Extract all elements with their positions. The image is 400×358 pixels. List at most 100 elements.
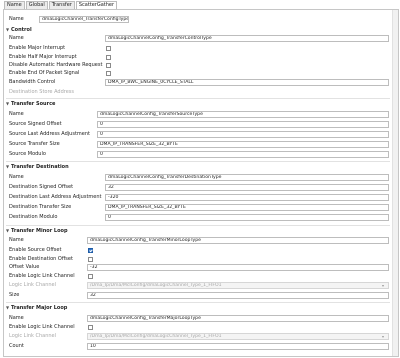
major-name-row: Name dmaLogicChannelConfig_TransferMajor… (9, 315, 389, 322)
source-last-addr-row: Source Last Address Adjustment 0 (9, 131, 389, 138)
section-title: Transfer Destination (11, 164, 69, 170)
offset-value-input[interactable]: -32 (87, 264, 389, 271)
bandwidth-select[interactable]: DMA_IP_BWC_ENGINE_0CYCLE_STALL (105, 79, 389, 86)
destination-signed-offset-label: Destination Signed Offset (9, 184, 74, 190)
disable-auto-hw-request-label: Disable Automatic Hardware Request (9, 62, 103, 68)
divider (6, 98, 390, 99)
major-enable-link-checkbox[interactable] (88, 325, 93, 330)
divider (6, 225, 390, 226)
tab-name[interactable]: Name (4, 1, 25, 9)
major-link-channel-row: Logic Link Channel /Dma_Ip/Dma/MclConfig… (9, 333, 389, 340)
name-label: Name (9, 16, 24, 22)
control-name-label: Name (9, 35, 24, 41)
disable-auto-hw-request-checkbox[interactable] (106, 63, 111, 68)
major-enable-link-label: Enable Logic Link Channel (9, 324, 75, 330)
divider (6, 302, 390, 303)
major-enable-link-row: Enable Logic Link Channel (9, 324, 388, 331)
destination-size-row: Destination Transfer Size DMA_IP_TRANSFE… (9, 204, 389, 211)
enable-end-of-packet-checkbox[interactable] (106, 71, 111, 76)
tab-transfer[interactable]: Transfer (48, 1, 75, 9)
destination-signed-offset-input[interactable]: 32 (105, 184, 389, 191)
source-last-addr-label: Source Last Address Adjustment (9, 131, 90, 137)
source-modulo-row: Source Modulo 0 (9, 151, 389, 158)
tab-global[interactable]: Global (25, 1, 48, 9)
name-input[interactable]: dmaLogicChannel_TransferConfigType (39, 16, 129, 23)
minor-enable-link-checkbox[interactable] (88, 274, 93, 279)
major-link-channel-select[interactable]: /Dma_Ip/Dma/MclConfig/dmaLogicChannel_Ty… (87, 333, 389, 340)
enable-source-offset-label: Enable Source Offset (9, 247, 62, 253)
offset-value-row: Offset Value -32 (9, 264, 389, 271)
destination-name-label: Name (9, 174, 24, 180)
name-row: Name dmaLogicChannel_TransferConfigType (9, 16, 388, 23)
destination-store-row: Destination Store Address (9, 89, 388, 96)
section-transfer-source[interactable]: ▼ Transfer Source (6, 100, 390, 107)
offset-value-label: Offset Value (9, 264, 40, 270)
section-transfer-minor-loop[interactable]: ▼ Transfer Minor Loop (6, 227, 390, 234)
enable-half-major-interrupt-checkbox[interactable] (106, 55, 111, 60)
destination-name-input[interactable]: dmaLogicChannelConfig_TransferDestinatio… (105, 174, 389, 181)
destination-store-label: Destination Store Address (9, 89, 74, 95)
major-link-channel-label: Logic Link Channel (9, 333, 57, 339)
minor-enable-link-row: Enable Logic Link Channel (9, 273, 388, 280)
source-last-addr-input[interactable]: 0 (97, 131, 389, 138)
enable-major-interrupt-checkbox[interactable] (106, 46, 111, 51)
major-count-row: Count 10 (9, 343, 389, 350)
destination-size-select[interactable]: DMA_IP_TRANSFER_SIZE_32_BYTE (105, 204, 389, 211)
chevron-down-icon: ▾ (381, 334, 384, 339)
section-title: Control (11, 27, 32, 33)
source-modulo-label: Source Modulo (9, 151, 46, 157)
source-modulo-input[interactable]: 0 (97, 151, 389, 158)
minor-enable-link-label: Enable Logic Link Channel (9, 273, 75, 279)
major-count-input[interactable]: 10 (87, 343, 389, 350)
destination-modulo-input[interactable]: 0 (105, 214, 389, 221)
enable-destination-offset-label: Enable Destination Offset (9, 256, 73, 262)
section-title: Transfer Source (11, 101, 56, 107)
minor-name-input[interactable]: dmaLogicChannelConfig_TransferMinorLoopT… (87, 237, 389, 244)
section-control[interactable]: ▼ Control (6, 26, 390, 33)
minor-link-channel-label: Logic Link Channel (9, 282, 57, 288)
bandwidth-row: Bandwidth Control DMA_IP_BWC_ENGINE_0CYC… (9, 79, 389, 86)
control-name-row: Name dmaLogicChannelConfig_TransferContr… (9, 35, 389, 42)
section-transfer-destination[interactable]: ▼ Transfer Destination (6, 163, 390, 170)
enable-end-of-packet-label: Enable End Of Packet Signal (9, 70, 80, 76)
section-title: Transfer Minor Loop (11, 228, 68, 234)
enable-half-major-interrupt-row: Enable Half Major Interrupt (9, 54, 388, 61)
minor-name-row: Name dmaLogicChannelConfig_TransferMinor… (9, 237, 389, 244)
source-size-select[interactable]: DMA_IP_TRANSFER_SIZE_32_BYTE (97, 141, 389, 148)
enable-source-offset-checkbox[interactable] (88, 248, 93, 253)
destination-name-row: Name dmaLogicChannelConfig_TransferDesti… (9, 174, 389, 181)
source-signed-offset-input[interactable]: 0 (97, 121, 389, 128)
destination-last-addr-row: Destination Last Address Adjustment -320 (9, 194, 389, 201)
section-transfer-major-loop[interactable]: ▼ Transfer Major Loop (6, 304, 390, 311)
editor-panel: Name dmaLogicChannel_TransferConfigType … (3, 9, 399, 357)
destination-last-addr-label: Destination Last Address Adjustment (9, 194, 102, 200)
major-name-label: Name (9, 315, 24, 321)
enable-end-of-packet-row: Enable End Of Packet Signal (9, 70, 388, 77)
source-name-row: Name dmaLogicChannelConfig_TransferSourc… (9, 111, 389, 118)
source-name-input[interactable]: dmaLogicChannelConfig_TransferSourceType (97, 111, 389, 118)
minor-link-channel-select[interactable]: /Dma_Ip/Dma/MclConfig/dmaLogicChannel_Ty… (87, 282, 389, 289)
enable-half-major-interrupt-label: Enable Half Major Interrupt (9, 54, 77, 60)
enable-source-offset-row: Enable Source Offset (9, 247, 388, 254)
tab-bar: Name Global Transfer ScatterGather (4, 1, 118, 10)
major-count-label: Count (9, 343, 24, 349)
enable-major-interrupt-label: Enable Major Interrupt (9, 45, 66, 51)
enable-major-interrupt-row: Enable Major Interrupt (9, 45, 388, 52)
minor-link-channel-row: Logic Link Channel /Dma_Ip/Dma/MclConfig… (9, 282, 389, 289)
enable-destination-offset-checkbox[interactable] (88, 257, 93, 262)
control-name-input[interactable]: dmaLogicChannelConfig_TransferControlTyp… (105, 35, 389, 42)
minor-size-row: Size 32 (9, 292, 389, 299)
source-name-label: Name (9, 111, 24, 117)
vertical-scrollbar[interactable] (392, 10, 398, 356)
disable-auto-hw-request-row: Disable Automatic Hardware Request (9, 62, 388, 69)
major-name-input[interactable]: dmaLogicChannelConfig_TransferMajorLoopT… (87, 315, 389, 322)
minor-size-input[interactable]: 32 (87, 292, 389, 299)
section-title: Transfer Major Loop (11, 305, 68, 311)
source-signed-offset-label: Source Signed Offset (9, 121, 62, 127)
destination-last-addr-input[interactable]: -320 (105, 194, 389, 201)
source-signed-offset-row: Source Signed Offset 0 (9, 121, 389, 128)
chevron-down-icon: ▾ (381, 283, 384, 288)
source-size-label: Source Transfer Size (9, 141, 60, 147)
destination-size-label: Destination Transfer Size (9, 204, 72, 210)
enable-destination-offset-row: Enable Destination Offset (9, 256, 388, 263)
